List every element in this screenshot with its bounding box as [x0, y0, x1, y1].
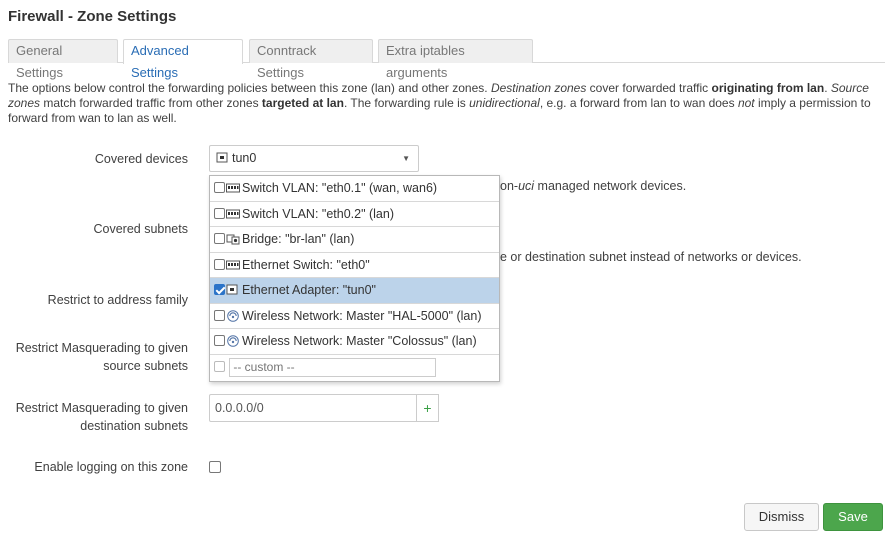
tab-advanced-settings[interactable]: Advanced Settings	[123, 39, 243, 80]
dropdown-option-selected[interactable]: Ethernet Adapter: "tun0"	[210, 278, 499, 304]
bridge-icon	[226, 229, 240, 245]
option-label: Switch VLAN: "eth0.2" (lan)	[242, 206, 394, 221]
custom-option-row	[210, 355, 499, 381]
covered-devices-label: Covered devices	[94, 152, 188, 166]
ethernet-icon	[226, 280, 240, 295]
wifi-icon	[226, 306, 240, 322]
ethernet-icon	[216, 148, 230, 163]
logging-checkbox[interactable]	[209, 461, 221, 473]
masq-src-label-line: Restrict Masquerading to given	[15, 341, 188, 355]
option-label: Wireless Network: Master "HAL-5000" (lan…	[242, 308, 482, 323]
option-checkbox[interactable]	[214, 335, 225, 346]
address-family-label: Restrict to address family	[47, 293, 188, 307]
dropdown-option[interactable]: Wireless Network: Master "Colossus" (lan…	[210, 329, 499, 355]
add-subnet-button[interactable]: +	[417, 394, 439, 422]
desc-text: cover forwarded traffic	[586, 81, 712, 95]
masq-dest-label-line: destination subnets	[80, 419, 188, 433]
option-checkbox[interactable]	[214, 258, 225, 270]
desc-text: not	[737, 96, 755, 110]
desc-text: match forwarded traffic from other zones	[40, 96, 262, 110]
hint-text: uci	[518, 179, 535, 193]
desc-text: Destination zones	[490, 81, 587, 95]
masq-dest-label-line: Restrict Masquerading to given	[15, 401, 188, 415]
option-label: Ethernet Switch: "eth0"	[242, 257, 370, 272]
tab-bar: General Settings Advanced Settings Connt…	[8, 38, 885, 80]
desc-text: originating from lan	[711, 81, 825, 95]
masq-src-label: Restrict Masquerading to given source su…	[8, 339, 188, 375]
option-checkbox[interactable]	[214, 284, 225, 295]
covered-devices-dropdown: Switch VLAN: "eth0.1" (wan, wan6) Switch…	[209, 175, 500, 382]
dropdown-option[interactable]: Bridge: "br-lan" (lan)	[210, 227, 499, 253]
desc-text: .	[824, 81, 831, 95]
custom-device-input[interactable]	[229, 357, 437, 377]
zone-description: The options below control the forwarding…	[8, 81, 878, 126]
option-label: Wireless Network: Master "Colossus" (lan…	[242, 334, 477, 348]
covered-devices-hint: on-uci managed network devices.	[500, 179, 686, 193]
custom-option-checkbox[interactable]	[214, 360, 225, 372]
masq-src-label-line: source subnets	[103, 359, 188, 373]
wifi-icon	[226, 331, 240, 347]
covered-subnets-hint: e or destination subnet instead of netwo…	[500, 250, 802, 264]
dismiss-button[interactable]: Dismiss	[744, 503, 819, 531]
covered-subnets-label: Covered subnets	[93, 222, 188, 236]
masq-dest-label: Restrict Masquerading to given destinati…	[8, 399, 188, 435]
dropdown-option[interactable]: Wireless Network: Master "HAL-5000" (lan…	[210, 304, 499, 329]
covered-devices-value: tun0	[232, 151, 257, 165]
option-label: Ethernet Adapter: "tun0"	[242, 283, 376, 297]
hint-text: on-	[500, 179, 519, 193]
option-checkbox[interactable]	[214, 182, 225, 193]
option-checkbox[interactable]	[214, 309, 225, 321]
desc-text: . The forwarding rule is	[343, 96, 470, 110]
page-title: Firewall - Zone Settings	[8, 8, 177, 25]
tab-extra-iptables[interactable]: Extra iptables arguments	[378, 39, 533, 80]
save-button[interactable]: Save	[823, 503, 883, 531]
switch-icon	[226, 178, 240, 193]
switch-icon	[226, 255, 240, 269]
logging-label: Enable logging on this zone	[34, 460, 188, 474]
dropdown-option[interactable]: Ethernet Switch: "eth0"	[210, 253, 499, 278]
option-label: Switch VLAN: "eth0.1" (wan, wan6)	[242, 181, 438, 195]
switch-icon	[226, 204, 240, 218]
dropdown-option[interactable]: Switch VLAN: "eth0.1" (wan, wan6)	[210, 176, 499, 202]
chevron-down-icon: ▼	[402, 154, 410, 163]
covered-devices-select[interactable]: tun0 ▼	[209, 145, 419, 172]
desc-text: , e.g. a forward from lan to wan does	[539, 96, 738, 110]
option-checkbox[interactable]	[214, 207, 225, 219]
desc-text: The options below control the forwarding…	[8, 81, 491, 95]
tab-general-settings[interactable]: General Settings	[8, 39, 118, 80]
masq-dest-input[interactable]	[209, 394, 417, 422]
option-checkbox[interactable]	[214, 233, 225, 244]
hint-text: managed network devices.	[534, 179, 687, 193]
desc-text: unidirectional	[469, 96, 540, 110]
option-label: Bridge: "br-lan" (lan)	[242, 232, 355, 246]
desc-text: targeted at lan	[261, 96, 344, 110]
dropdown-option[interactable]: Switch VLAN: "eth0.2" (lan)	[210, 202, 499, 227]
tab-conntrack-settings[interactable]: Conntrack Settings	[249, 39, 373, 80]
